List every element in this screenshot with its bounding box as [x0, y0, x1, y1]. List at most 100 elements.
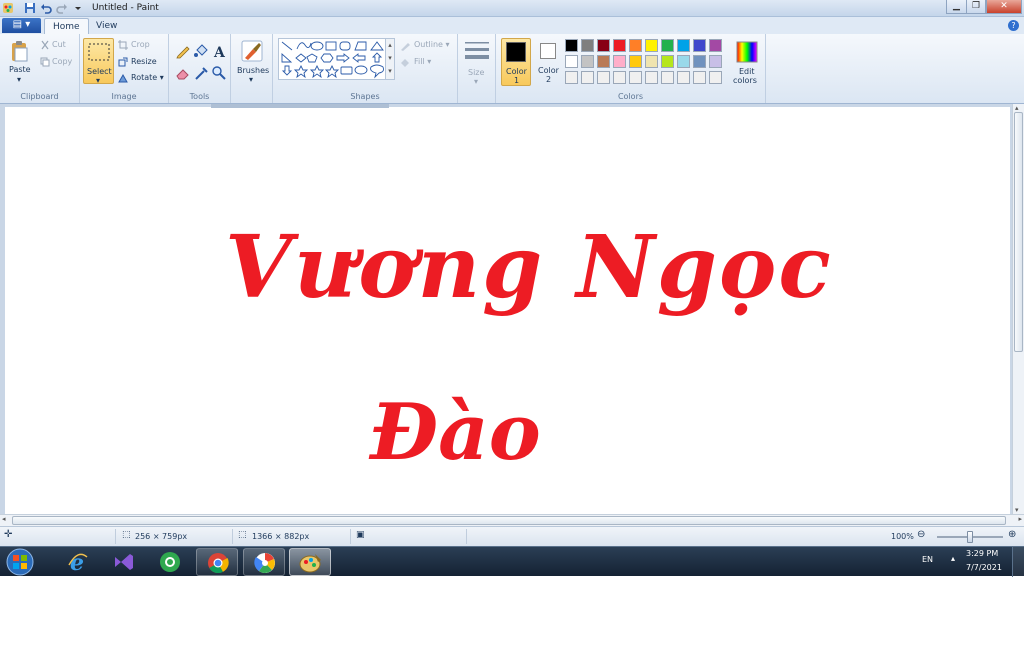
fill-icon[interactable]	[193, 43, 209, 59]
resize-icon	[118, 57, 128, 67]
zoom-in-icon[interactable]: ⊕	[1008, 529, 1016, 540]
crop-button[interactable]: Crop	[131, 40, 150, 49]
clock-date[interactable]: 7/7/2021	[966, 563, 1002, 572]
taskbar-paint[interactable]	[289, 548, 331, 576]
palette-swatch[interactable]	[709, 39, 722, 52]
resize-button[interactable]: Resize	[131, 57, 157, 66]
cut-icon	[41, 40, 49, 50]
eraser-icon[interactable]	[175, 65, 191, 81]
pencil-icon[interactable]	[175, 43, 191, 59]
palette-swatch[interactable]	[693, 39, 706, 52]
status-bar: ✛ ⬚ 256 × 759px ⬚ 1366 × 882px ▣ 100% ⊖ …	[0, 526, 1024, 546]
vertical-scroll-thumb[interactable]	[1014, 112, 1023, 352]
zoom-slider[interactable]	[937, 531, 1003, 543]
paste-icon	[12, 41, 28, 62]
undo-icon[interactable]	[40, 2, 52, 14]
clipboard-group-label: Clipboard	[20, 92, 59, 101]
palette-swatch[interactable]	[677, 39, 690, 52]
palette-swatch[interactable]	[581, 39, 594, 52]
palette-swatch[interactable]	[597, 71, 610, 84]
shapes-gallery[interactable]	[278, 38, 395, 80]
title-bar: Untitled - Paint ▁ ❐ ✕	[0, 0, 1024, 17]
zoom-out-icon[interactable]: ⊖	[917, 529, 925, 540]
customize-toolbar-chevron-icon[interactable]	[72, 2, 84, 14]
scroll-left-icon[interactable]: ◂	[2, 515, 6, 523]
colors-group: Color 1 Color 2 Edit colors Colors	[496, 34, 766, 103]
cut-button[interactable]: Cut	[52, 40, 66, 49]
maximize-button[interactable]: ❐	[966, 0, 986, 14]
scroll-down-icon[interactable]: ▾	[1015, 506, 1019, 514]
clock-time[interactable]: 3:29 PM	[966, 549, 998, 558]
save-icon[interactable]	[24, 2, 36, 14]
shapes-scroll[interactable]: ▴ ▾ ▾	[385, 38, 395, 80]
help-icon[interactable]: ?	[1008, 20, 1019, 31]
palette-swatch[interactable]	[613, 39, 626, 52]
brushes-button[interactable]: Brushes ▾	[235, 38, 269, 88]
paste-button[interactable]: Paste ▾	[6, 38, 34, 86]
palette-swatch[interactable]	[709, 55, 722, 68]
edit-colors-button[interactable]: Edit colors	[732, 38, 762, 88]
palette-swatch[interactable]	[693, 55, 706, 68]
palette-swatch[interactable]	[709, 71, 722, 84]
outline-button[interactable]: Outline ▾	[414, 40, 450, 49]
palette-swatch[interactable]	[565, 71, 578, 84]
copy-button[interactable]: Copy	[52, 57, 72, 66]
magnifier-icon[interactable]	[211, 65, 227, 81]
palette-swatch[interactable]	[629, 55, 642, 68]
palette-swatch[interactable]	[565, 55, 578, 68]
taskbar: e EN ▴ 3:29 PM 7/7/2021	[0, 546, 1024, 577]
horizontal-scroll-thumb[interactable]	[12, 516, 1006, 525]
palette-swatch[interactable]	[677, 71, 690, 84]
taskbar-chrome[interactable]	[196, 548, 238, 576]
canvas-resize-handle[interactable]	[211, 104, 389, 108]
palette-swatch[interactable]	[597, 39, 610, 52]
palette-swatch[interactable]	[629, 39, 642, 52]
palette-swatch[interactable]	[581, 71, 594, 84]
taskbar-visual-studio[interactable]	[103, 548, 145, 576]
palette-swatch[interactable]	[581, 55, 594, 68]
close-button[interactable]: ✕	[986, 0, 1022, 14]
palette-swatch[interactable]	[661, 71, 674, 84]
rotate-button[interactable]: Rotate ▾	[131, 73, 164, 82]
palette-swatch[interactable]	[661, 55, 674, 68]
scroll-right-icon[interactable]: ▸	[1018, 515, 1022, 523]
taskbar-internet-explorer[interactable]: e	[57, 548, 99, 576]
drawing-canvas[interactable]: Vương Ngọc Đào	[5, 107, 1010, 514]
start-button[interactable]	[4, 548, 36, 576]
palette-swatch[interactable]	[613, 55, 626, 68]
palette-swatch[interactable]	[645, 55, 658, 68]
palette-swatch[interactable]	[565, 39, 578, 52]
minimize-button[interactable]: ▁	[946, 0, 967, 14]
size-button[interactable]: Size ▾	[462, 38, 492, 88]
status-separator	[115, 529, 116, 544]
zoom-slider-thumb[interactable]	[967, 531, 973, 543]
palette-swatch[interactable]	[629, 71, 642, 84]
vertical-scrollbar[interactable]: ▴ ▾	[1012, 104, 1024, 514]
palette-swatch[interactable]	[597, 55, 610, 68]
paint-menu-button[interactable]: ▤ ▾	[2, 18, 41, 33]
palette-swatch[interactable]	[613, 71, 626, 84]
fill-button[interactable]: Fill ▾	[414, 57, 431, 66]
ribbon-tabs: ▤ ▾ Home View ?	[0, 17, 1024, 34]
palette-swatch[interactable]	[645, 39, 658, 52]
show-desktop-button[interactable]	[1012, 547, 1024, 577]
show-hidden-icons-icon[interactable]: ▴	[951, 554, 955, 563]
color-picker-icon[interactable]	[193, 65, 209, 81]
redo-icon[interactable]	[56, 2, 68, 14]
scroll-up-icon[interactable]: ▴	[1015, 104, 1019, 112]
palette-swatch[interactable]	[693, 71, 706, 84]
taskbar-picasa[interactable]	[243, 548, 285, 576]
horizontal-scrollbar[interactable]: ◂ ▸	[0, 514, 1024, 526]
tab-view[interactable]: View	[88, 18, 125, 34]
palette-swatch[interactable]	[677, 55, 690, 68]
text-icon[interactable]: A	[211, 43, 227, 59]
select-button[interactable]: Select ▾	[83, 38, 114, 85]
color2-label: Color	[538, 66, 559, 75]
color2-button[interactable]: Color 2	[534, 38, 564, 86]
taskbar-coccoc[interactable]	[149, 548, 191, 576]
language-indicator[interactable]: EN	[922, 555, 933, 564]
palette-swatch[interactable]	[645, 71, 658, 84]
palette-swatch[interactable]	[661, 39, 674, 52]
color1-button[interactable]: Color 1	[501, 38, 531, 86]
tab-home[interactable]: Home	[44, 18, 89, 34]
